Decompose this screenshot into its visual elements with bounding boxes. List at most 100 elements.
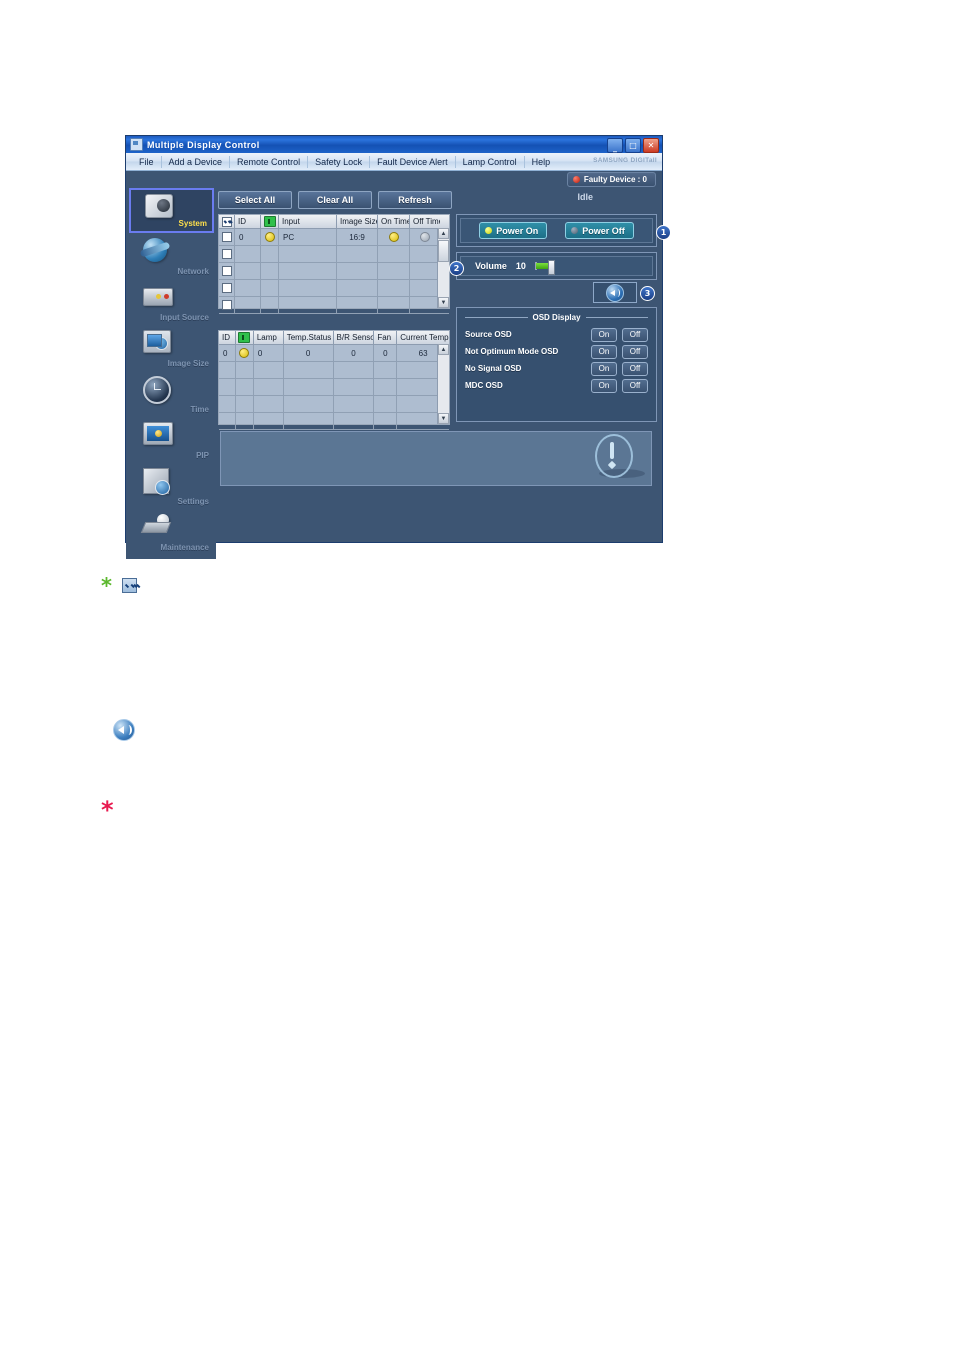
column-header-off-time: Off Time: [413, 217, 440, 226]
column-header-id: ID: [235, 215, 261, 228]
table-row[interactable]: [219, 297, 449, 314]
sidebar-item-image-size[interactable]: Image Size: [129, 326, 214, 371]
table-row[interactable]: [219, 362, 449, 379]
power-off-button[interactable]: Power Off: [565, 222, 634, 239]
table-row[interactable]: [219, 379, 449, 396]
menu-item-help[interactable]: Help: [523, 155, 558, 168]
menu-item-fault-device-alert[interactable]: Fault Device Alert: [369, 155, 455, 168]
mdc-osd-off-button[interactable]: Off: [622, 378, 648, 393]
no-signal-osd-off-button[interactable]: Off: [622, 361, 648, 376]
cell-lamp: 0: [254, 345, 284, 361]
osd-row-no-signal: No Signal OSD On Off: [465, 360, 648, 377]
content-columns: ID Input Image Size On Time Off Time 0 P…: [218, 214, 671, 430]
table-row[interactable]: [219, 413, 449, 430]
volume-slider-handle[interactable]: [547, 260, 555, 275]
table-row[interactable]: [219, 246, 449, 263]
faulty-device-badge: Faulty Device : 0: [566, 172, 656, 187]
row-checkbox[interactable]: [219, 229, 235, 245]
lamp-table-scrollbar[interactable]: ▲ ▼: [437, 344, 449, 424]
column-header-fan: Fan: [374, 331, 398, 344]
menu-item-safety-lock[interactable]: Safety Lock: [307, 155, 369, 168]
select-all-button[interactable]: Select All: [218, 190, 292, 209]
power-control-panel: Power On Power Off 1: [456, 214, 671, 247]
device-table-scrollbar[interactable]: ▲ ▼: [437, 228, 449, 308]
cell-on-time-icon: [378, 229, 410, 245]
cell-id: 0: [219, 345, 236, 361]
sidebar-item-time[interactable]: Time: [129, 372, 214, 417]
sidebar-item-label: Maintenance: [160, 543, 209, 552]
device-table-header: ID Input Image Size On Time Off Time: [219, 215, 449, 229]
close-button[interactable]: ✕: [643, 138, 659, 153]
no-signal-osd-on-button[interactable]: On: [591, 361, 617, 376]
sidebar-item-network[interactable]: Network: [129, 234, 214, 279]
cell-off-time-icon: [410, 229, 440, 245]
power-off-label: Power Off: [582, 225, 625, 236]
scroll-down-arrow-icon[interactable]: ▼: [438, 297, 449, 308]
mute-button[interactable]: [593, 282, 637, 303]
maximize-button[interactable]: □: [625, 138, 641, 153]
scroll-up-arrow-icon[interactable]: ▲: [438, 344, 449, 355]
faulty-device-strip: Faulty Device : 0: [126, 171, 662, 187]
sidebar-item-input-source[interactable]: Input Source: [129, 280, 214, 325]
volume-value: 10: [515, 261, 526, 271]
sidebar-item-label: PIP: [196, 451, 209, 460]
scroll-up-arrow-icon[interactable]: ▲: [438, 228, 449, 239]
minimize-button[interactable]: _: [607, 138, 623, 153]
red-asterisk-marker: *: [101, 796, 114, 824]
clear-all-button[interactable]: Clear All: [298, 190, 372, 209]
table-row[interactable]: [219, 263, 449, 280]
volume-slider[interactable]: [534, 260, 555, 275]
osd-title-label: OSD Display: [532, 313, 581, 322]
menu-item-file[interactable]: File: [132, 156, 161, 168]
scroll-down-arrow-icon[interactable]: ▼: [438, 413, 449, 424]
refresh-button[interactable]: Refresh: [378, 190, 452, 209]
menu-item-add-a-device[interactable]: Add a Device: [160, 155, 230, 168]
table-row[interactable]: [219, 280, 449, 297]
lamp-status-table[interactable]: ID Lamp Temp.Status B/R Sensor Fan Curre…: [218, 330, 450, 430]
time-clock-icon: [143, 376, 177, 404]
menu-item-lamp-control[interactable]: Lamp Control: [454, 155, 524, 168]
mdc-osd-on-button[interactable]: On: [591, 378, 617, 393]
green-asterisk-marker: *: [101, 574, 112, 598]
menu-item-remote-control[interactable]: Remote Control: [229, 155, 307, 168]
power-buttons-group: Power On Power Off: [460, 218, 653, 243]
table-row[interactable]: 0 PC 16:9: [219, 229, 449, 246]
row-checkbox[interactable]: [219, 263, 235, 279]
power-on-button[interactable]: Power On: [479, 222, 548, 239]
osd-label: Not Optimum Mode OSD: [465, 347, 559, 356]
sidebar-item-maintenance[interactable]: Maintenance: [129, 510, 214, 555]
sidebar-item-settings[interactable]: Settings: [129, 464, 214, 509]
row-checkbox[interactable]: [219, 280, 235, 296]
device-table[interactable]: ID Input Image Size On Time Off Time 0 P…: [218, 214, 450, 314]
power-off-led-icon: [571, 227, 579, 234]
lamp-table-header: ID Lamp Temp.Status B/R Sensor Fan Curre…: [219, 331, 449, 345]
column-header-br-sensor: B/R Sensor: [334, 331, 375, 344]
select-all-header-checkbox[interactable]: [219, 215, 235, 228]
volume-row: Volume 10: [461, 257, 555, 275]
cell-input: PC: [279, 229, 337, 245]
row-checkbox[interactable]: [219, 297, 235, 313]
faulty-device-label: Faulty Device : 0: [583, 175, 647, 184]
sidebar-item-label: Settings: [177, 497, 209, 506]
input-source-box-icon: [143, 284, 177, 310]
scrollbar-thumb[interactable]: [438, 240, 449, 262]
sidebar-item-label: Image Size: [167, 359, 209, 368]
window-title-bar: Multiple Display Control _ □ ✕: [126, 136, 662, 153]
table-row[interactable]: [219, 396, 449, 413]
not-optimum-mode-osd-off-button[interactable]: Off: [622, 344, 648, 359]
speaker-mute-icon: [606, 283, 624, 302]
column-header-input: Input: [279, 215, 337, 228]
power-icon: [236, 331, 254, 344]
column-header-image-size: Image Size: [337, 215, 378, 228]
sidebar-item-pip[interactable]: PIP: [129, 418, 214, 463]
image-size-monitor-icon: [143, 330, 177, 356]
row-checkbox[interactable]: [219, 246, 235, 262]
source-osd-off-button[interactable]: Off: [622, 327, 648, 342]
sidebar-item-system[interactable]: System: [129, 188, 214, 233]
not-optimum-mode-osd-on-button[interactable]: On: [591, 344, 617, 359]
table-row[interactable]: 0 0 0 0 0 63: [219, 345, 449, 362]
source-osd-on-button[interactable]: On: [591, 327, 617, 342]
faulty-device-indicator-icon: [572, 176, 580, 183]
column-header-temp-status: Temp.Status: [284, 331, 334, 344]
cell-fan: 0: [374, 345, 398, 361]
